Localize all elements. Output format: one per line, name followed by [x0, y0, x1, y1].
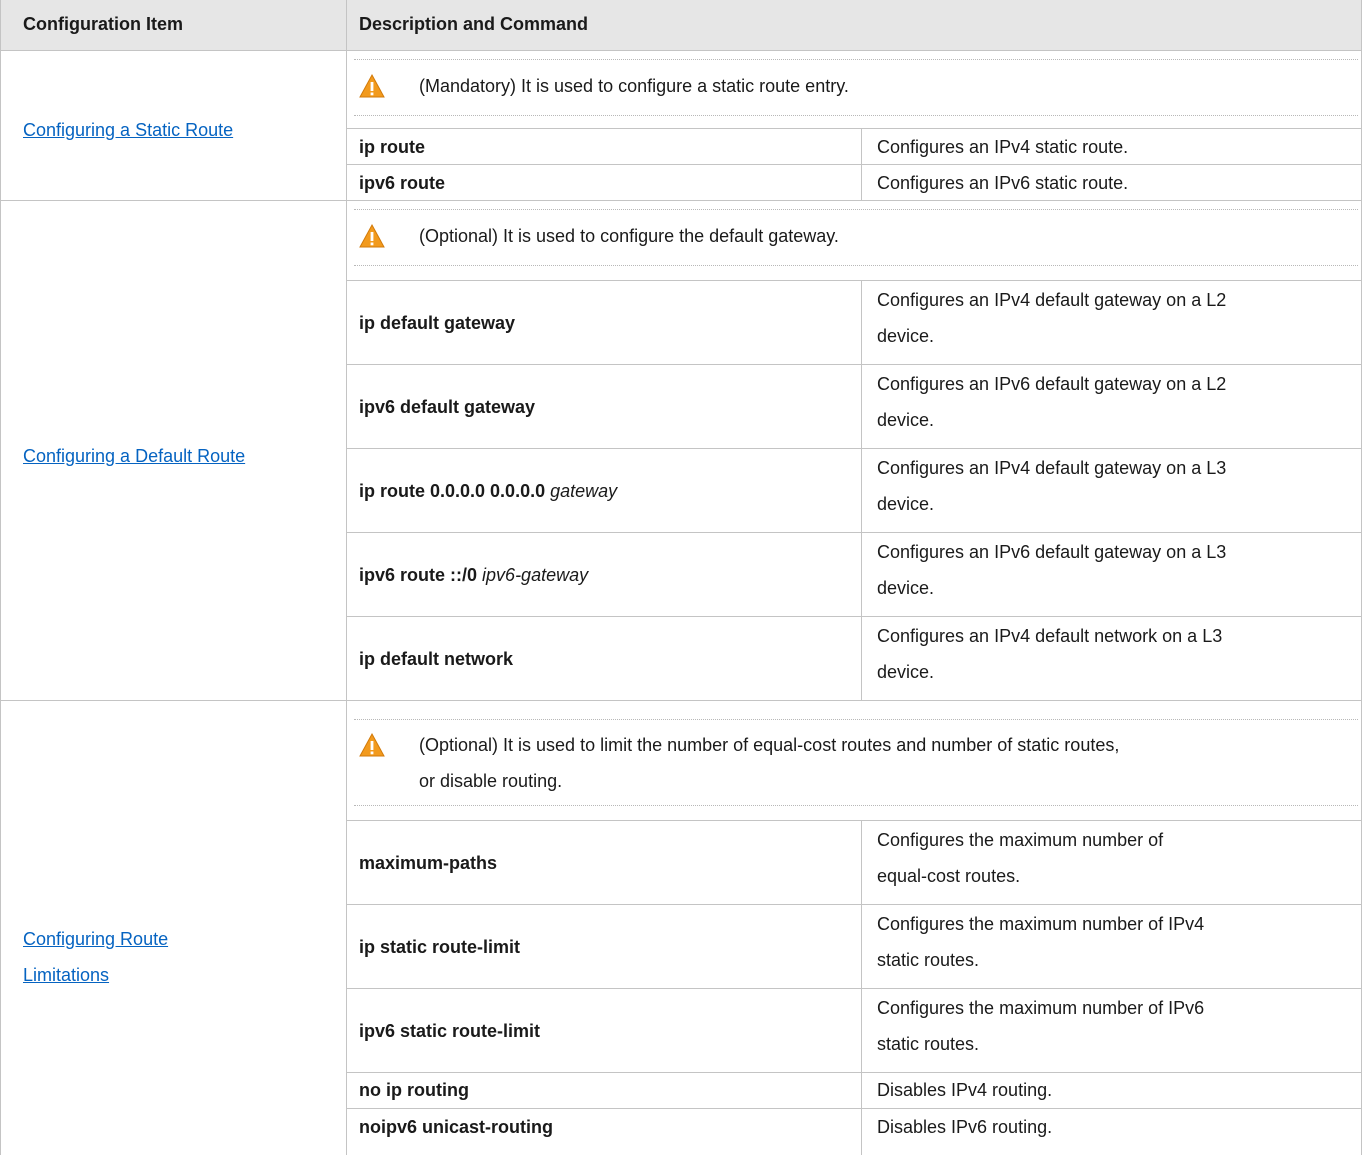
command-ip-route: ip route: [359, 137, 425, 157]
desc-noipv6-unicast-routing: Disables IPv6 routing.: [877, 1117, 1053, 1137]
table-left-border: [0, 0, 1, 1155]
desc-ip-default-gateway-line2: device.: [877, 326, 935, 346]
note-bottom-rule: [354, 265, 1358, 266]
row-divider: [347, 164, 1362, 165]
row-divider: [347, 820, 1362, 821]
row-divider: [347, 532, 1362, 533]
command-ip-default-gateway: ip default gateway: [359, 313, 516, 333]
command-ip-default-network: ip default network: [359, 649, 514, 669]
desc-ipv6-route-default-line2: device.: [877, 578, 935, 598]
command-ip-route-default: ip route 0.0.0.0 0.0.0.0 gateway: [359, 481, 618, 501]
desc-maximum-paths-line1: Configures the maximum number of: [877, 830, 1164, 850]
note-default-route: (Optional) It is used to configure the d…: [419, 226, 839, 246]
configuration-table: Configuration Item Description and Comma…: [0, 0, 1362, 1155]
row-divider: [347, 988, 1362, 989]
argument-gateway: gateway: [550, 481, 618, 501]
desc-ip-default-network-line2: device.: [877, 662, 935, 682]
desc-ip-static-route-limit-line1: Configures the maximum number of IPv4: [877, 914, 1205, 934]
command-noipv6-unicast-routing: noipv6 unicast-routing: [359, 1117, 554, 1137]
link-configuring-route-limitations-line1[interactable]: Configuring Route: [23, 923, 168, 955]
desc-ipv6-route-default-line1: Configures an IPv6 default gateway on a …: [877, 542, 1227, 562]
command-column-divider: [861, 280, 862, 700]
note-bottom-rule: [354, 805, 1358, 806]
link-configuring-static-route[interactable]: Configuring a Static Route: [23, 114, 233, 146]
header-cell-configuration-item: Configuration Item: [0, 0, 346, 50]
command-ipv6-route: ipv6 route: [359, 173, 446, 193]
note-static-route: (Mandatory) It is used to configure a st…: [419, 76, 849, 96]
link-configuring-route-limitations-line2[interactable]: Limitations: [23, 959, 109, 991]
section-divider: [0, 700, 1362, 701]
command-ipv6-default-gateway: ipv6 default gateway: [359, 397, 536, 417]
warning-icon: [359, 732, 385, 757]
desc-no-ip-routing: Disables IPv4 routing.: [877, 1080, 1053, 1100]
link-configuring-default-route[interactable]: Configuring a Default Route: [23, 440, 245, 472]
note-route-limitations-line2: or disable routing.: [419, 771, 563, 791]
header-cell-description: Description and Command: [347, 0, 1362, 50]
desc-ipv6-route: Configures an IPv6 static route.: [877, 173, 1129, 193]
command-maximum-paths: maximum-paths: [359, 853, 498, 873]
note-top-rule: [354, 209, 1358, 210]
command-no-ip-routing: no ip routing: [359, 1080, 469, 1100]
row-divider: [347, 616, 1362, 617]
header-description-command: Description and Command: [359, 14, 589, 34]
command-ip-static-route-limit: ip static route-limit: [359, 937, 521, 957]
header-divider: [0, 50, 1362, 51]
desc-maximum-paths-line2: equal-cost routes.: [877, 866, 1021, 886]
desc-ipv6-static-route-limit-line2: static routes.: [877, 1034, 980, 1054]
desc-ipv6-static-route-limit-line1: Configures the maximum number of IPv6: [877, 998, 1205, 1018]
note-bottom-rule: [354, 115, 1358, 116]
desc-ip-route: Configures an IPv4 static route.: [877, 137, 1129, 157]
desc-ip-default-gateway-line1: Configures an IPv4 default gateway on a …: [877, 290, 1227, 310]
desc-ipv6-default-gateway-line2: device.: [877, 410, 935, 430]
section-divider: [0, 200, 1362, 201]
desc-ipv6-default-gateway-line1: Configures an IPv6 default gateway on a …: [877, 374, 1227, 394]
note-top-rule: [354, 59, 1358, 60]
row-divider: [347, 904, 1362, 905]
column-divider: [346, 0, 347, 1155]
row-divider: [347, 448, 1362, 449]
row-divider: [347, 1108, 1362, 1109]
warning-icon: [359, 223, 385, 248]
header-configuration-item: Configuration Item: [23, 14, 183, 34]
note-route-limitations-line1: (Optional) It is used to limit the numbe…: [419, 735, 1120, 755]
warning-icon: [359, 73, 385, 98]
row-divider: [347, 128, 1362, 129]
desc-ip-static-route-limit-line2: static routes.: [877, 950, 980, 970]
argument-ipv6-gateway: ipv6-gateway: [482, 565, 589, 585]
row-divider: [347, 280, 1362, 281]
desc-ip-route-default-line1: Configures an IPv4 default gateway on a …: [877, 458, 1227, 478]
note-top-rule: [354, 719, 1358, 720]
command-ipv6-static-route-limit: ipv6 static route-limit: [359, 1021, 541, 1041]
desc-ip-default-network-line1: Configures an IPv4 default network on a …: [877, 626, 1223, 646]
command-ipv6-route-default: ipv6 route ::/0 ipv6-gateway: [359, 565, 589, 585]
row-divider: [347, 1072, 1362, 1073]
desc-ip-route-default-line2: device.: [877, 494, 935, 514]
row-divider: [347, 364, 1362, 365]
